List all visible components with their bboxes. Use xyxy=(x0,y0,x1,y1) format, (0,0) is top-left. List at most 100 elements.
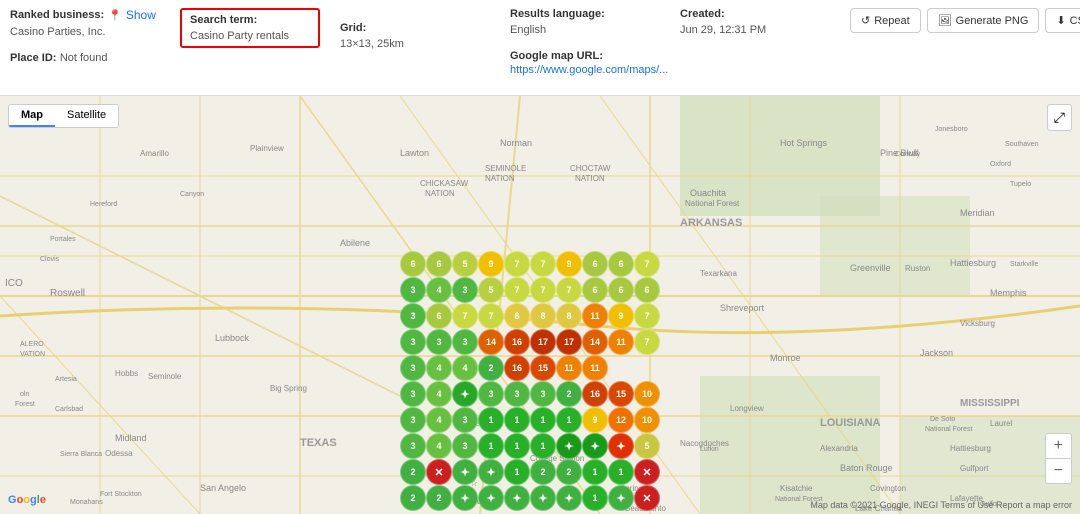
svg-text:Forest: Forest xyxy=(15,401,35,408)
svg-text:Roswell: Roswell xyxy=(50,288,85,299)
svg-text:Killeen: Killeen xyxy=(460,419,484,428)
svg-text:Starkville: Starkville xyxy=(1010,261,1039,268)
svg-text:Texarkana: Texarkana xyxy=(700,269,737,278)
csv-button[interactable]: ⬇ CSV xyxy=(1045,8,1080,33)
svg-text:National Forest: National Forest xyxy=(685,199,740,208)
svg-text:ARKANSAS: ARKANSAS xyxy=(680,217,742,229)
svg-text:VATION: VATION xyxy=(20,351,45,358)
svg-text:ICO: ICO xyxy=(5,278,23,289)
svg-text:Jonesboro: Jonesboro xyxy=(935,126,968,133)
svg-text:NATION: NATION xyxy=(575,174,605,183)
svg-text:National Forest: National Forest xyxy=(925,426,973,433)
svg-text:Hattiesburg: Hattiesburg xyxy=(950,444,991,453)
svg-text:Hattiesburg: Hattiesburg xyxy=(950,258,996,268)
svg-text:Gulfport: Gulfport xyxy=(960,464,989,473)
svg-text:Lufkin: Lufkin xyxy=(700,446,719,453)
svg-text:Artesia: Artesia xyxy=(55,376,77,383)
search-term-value: Casino Party rentals xyxy=(190,30,310,42)
svg-text:CHOCTAW: CHOCTAW xyxy=(570,164,611,173)
svg-text:Oxford: Oxford xyxy=(990,161,1011,168)
map-attribution: Map data ©2021 Google, INEGI Terms of Us… xyxy=(810,500,1072,510)
svg-text:Fort Stockton: Fort Stockton xyxy=(100,491,142,498)
svg-text:CHICKASAW: CHICKASAW xyxy=(420,179,469,188)
svg-text:Laurel: Laurel xyxy=(990,419,1012,428)
ranked-business-section: Ranked business: 📍 Show Casino Parties, … xyxy=(10,8,160,64)
created-value: Jun 29, 12:31 PM xyxy=(680,24,830,36)
google-map-url-link[interactable]: https://www.google.com/maps/... xyxy=(510,64,668,76)
svg-text:Seminole: Seminole xyxy=(148,372,182,381)
svg-text:Hereford: Hereford xyxy=(90,201,117,208)
generate-png-button[interactable]: 🖼 Generate PNG xyxy=(927,8,1040,33)
fullscreen-button[interactable]: ⤢ xyxy=(1047,104,1072,131)
svg-text:NATION: NATION xyxy=(425,189,455,198)
results-language-label: Results language: xyxy=(510,8,660,20)
svg-text:LOUISIANA: LOUISIANA xyxy=(820,417,881,429)
repeat-icon: ↺ xyxy=(861,14,870,27)
svg-text:Plainview: Plainview xyxy=(250,144,284,153)
grid-section: Grid: 13×13, 25km xyxy=(340,22,490,50)
svg-text:Monroe: Monroe xyxy=(770,353,801,363)
svg-text:Beaumonto: Beaumonto xyxy=(625,504,666,513)
svg-text:Meridian: Meridian xyxy=(960,208,995,218)
svg-text:Carlsbad: Carlsbad xyxy=(55,406,83,413)
svg-text:TEXAS: TEXAS xyxy=(300,437,337,449)
repeat-button[interactable]: ↺ Repeat xyxy=(850,8,921,33)
svg-text:ALERO: ALERO xyxy=(20,341,44,348)
top-bar: Ranked business: 📍 Show Casino Parties, … xyxy=(0,0,1080,96)
svg-text:NATION: NATION xyxy=(485,174,515,183)
svg-text:Ouachita: Ouachita xyxy=(690,188,726,198)
search-term-section: Search term: Casino Party rentals xyxy=(180,8,320,48)
svg-text:Lubbock: Lubbock xyxy=(215,333,250,343)
download-icon: ⬇ xyxy=(1056,14,1065,27)
svg-text:Kisatchie: Kisatchie xyxy=(780,484,813,493)
svg-text:Jackson: Jackson xyxy=(920,348,953,358)
image-icon: 🖼 xyxy=(938,14,952,27)
svg-text:Shreveport: Shreveport xyxy=(720,303,765,313)
zoom-out-button[interactable]: − xyxy=(1046,459,1071,483)
map-background: Roswell Lubbock Midland Odessa San Angel… xyxy=(0,96,1080,514)
map-container[interactable]: Roswell Lubbock Midland Odessa San Angel… xyxy=(0,96,1080,514)
svg-text:Greenville: Greenville xyxy=(850,263,891,273)
business-name: Casino Parties, Inc. xyxy=(10,26,160,38)
tab-satellite[interactable]: Satellite xyxy=(55,105,118,127)
svg-text:oln: oln xyxy=(20,391,29,398)
svg-text:Midland: Midland xyxy=(115,433,147,443)
svg-text:De Soto: De Soto xyxy=(930,416,955,423)
created-label: Created: xyxy=(680,8,830,20)
search-term-label: Search term: xyxy=(190,14,310,26)
svg-text:Alexandria: Alexandria xyxy=(820,444,858,453)
zoom-controls: + − xyxy=(1045,433,1072,484)
location-icon: 📍 xyxy=(108,9,122,22)
svg-text:Abilene: Abilene xyxy=(340,238,370,248)
svg-text:Sierra Blanca: Sierra Blanca xyxy=(60,451,102,458)
results-language-section: Results language: English Google map URL… xyxy=(510,8,660,76)
svg-text:College Station: College Station xyxy=(530,454,584,463)
svg-text:Ruston: Ruston xyxy=(905,264,930,273)
google-logo: Google xyxy=(8,494,46,506)
svg-text:SEMINOLE: SEMINOLE xyxy=(485,164,526,173)
svg-text:Conway: Conway xyxy=(895,151,921,158)
svg-text:Odessa: Odessa xyxy=(105,449,133,458)
show-link[interactable]: Show xyxy=(126,8,156,22)
svg-text:Vicksburg: Vicksburg xyxy=(960,319,995,328)
svg-text:Monahans: Monahans xyxy=(70,499,103,506)
grid-label: Grid: xyxy=(340,22,490,34)
svg-text:Lawton: Lawton xyxy=(400,148,429,158)
svg-text:Canyon: Canyon xyxy=(180,191,204,198)
svg-text:MISSISSIPPI: MISSISSIPPI xyxy=(960,398,1020,409)
ranked-business-label: Ranked business: xyxy=(10,9,104,21)
tab-map[interactable]: Map xyxy=(9,105,55,127)
svg-text:Memphis: Memphis xyxy=(990,288,1027,298)
svg-text:☆: ☆ xyxy=(470,478,478,488)
map-tabs: Map Satellite xyxy=(8,104,119,128)
svg-text:Amarillo: Amarillo xyxy=(140,149,169,158)
place-id-label: Place ID: xyxy=(10,52,56,64)
svg-text:Longview: Longview xyxy=(730,404,764,413)
svg-text:Covington: Covington xyxy=(870,484,906,493)
action-buttons: ↺ Repeat 🖼 Generate PNG ⬇ CSV 🗑 Delete 🔗… xyxy=(850,8,1080,33)
svg-text:Baton Rouge: Baton Rouge xyxy=(840,463,893,473)
results-language-value: English xyxy=(510,24,660,36)
grid-value: 13×13, 25km xyxy=(340,38,490,50)
zoom-in-button[interactable]: + xyxy=(1046,434,1071,459)
svg-text:Hot Springs: Hot Springs xyxy=(780,138,828,148)
